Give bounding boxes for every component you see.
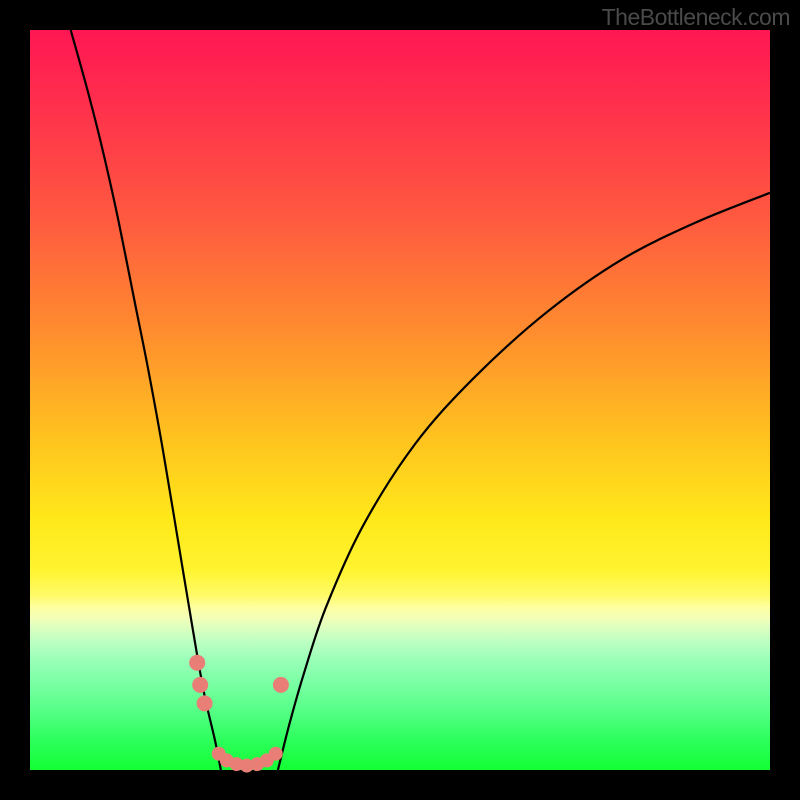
highlight-dot — [189, 655, 205, 671]
chart-frame: TheBottleneck.com — [0, 0, 800, 800]
plot-area — [30, 30, 770, 770]
watermark-text: TheBottleneck.com — [602, 4, 790, 31]
highlight-dot — [273, 677, 289, 693]
right-curve — [278, 193, 770, 770]
highlight-dots-right — [273, 677, 289, 693]
highlight-bottom-chain — [212, 747, 283, 773]
highlight-dot — [192, 677, 208, 693]
highlight-dot — [269, 747, 283, 761]
curves-svg — [30, 30, 770, 770]
highlight-dots-left — [189, 655, 212, 712]
highlight-dot — [197, 695, 213, 711]
